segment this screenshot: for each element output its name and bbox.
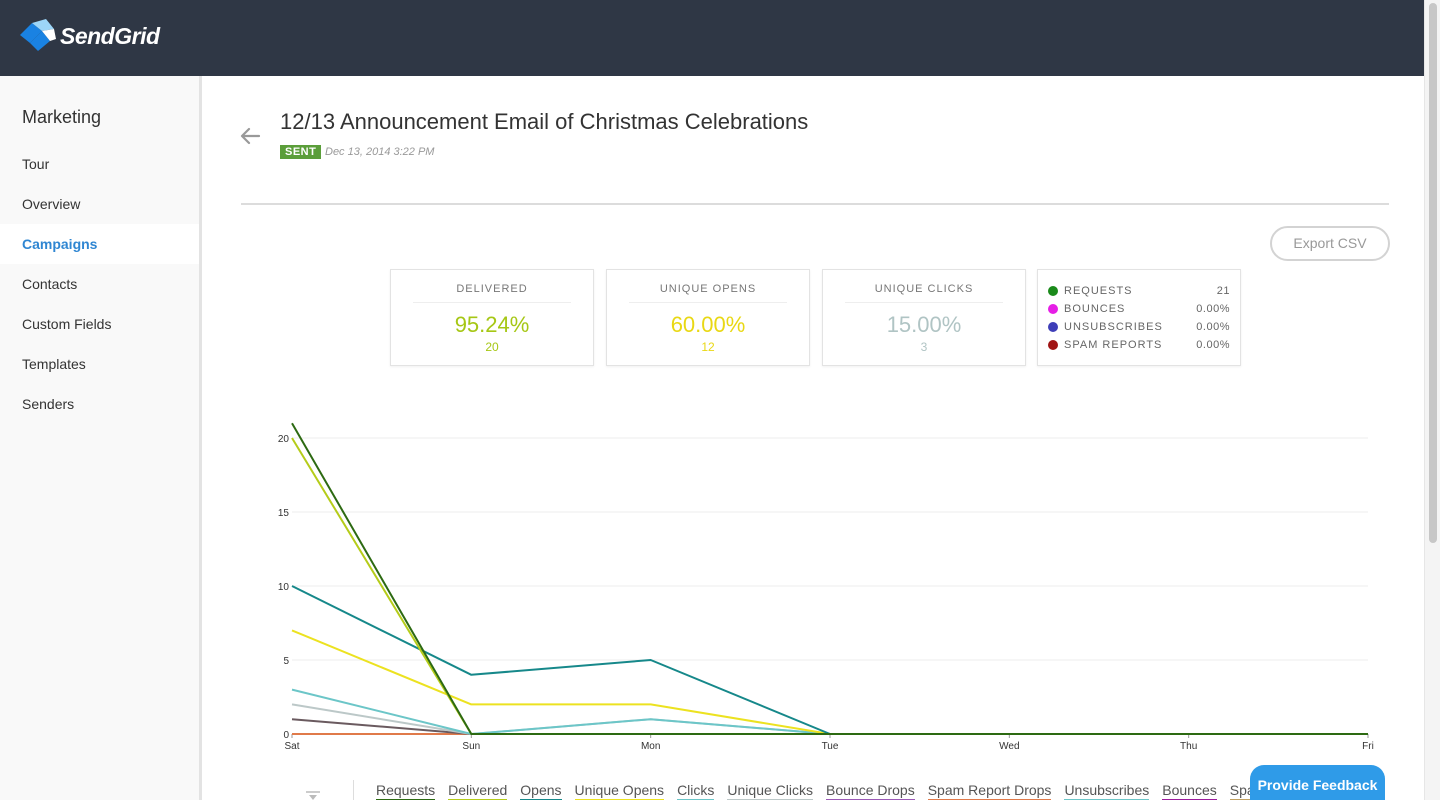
y-tick-label: 15 [278,508,290,519]
y-tick-label: 20 [278,434,290,445]
x-tick-label: Sun [462,741,480,752]
sidebar-title: Marketing [22,107,102,127]
y-tick-label: 0 [283,730,289,741]
sidebar-item-tour[interactable]: Tour [0,144,199,184]
series-toggle-list: Requests Delivered Opens Unique Opens Clicks… [376,782,1332,800]
x-tick-label: Sat [284,741,299,752]
series-toggle-bounce-drops[interactable]: Bounce Drops [826,782,915,800]
activity-line-chart: 0 5 10 15 20 Sat Sun Mon Tue Wed Thu Fri [278,422,1374,752]
page-scrollbar[interactable] [1424,0,1440,800]
filter-separator [353,780,354,800]
sidebar: Marketing Tour Overview Campaigns Contac… [0,76,202,800]
top-bar: SendGrid [0,0,1424,76]
scrollbar-thumb[interactable] [1429,3,1437,543]
sidebar-item-contacts[interactable]: Contacts [0,264,199,304]
series-toggle-unsubscribes[interactable]: Unsubscribes [1064,782,1150,800]
x-tick-label: Mon [641,741,660,752]
sidebar-item-custom-fields[interactable]: Custom Fields [0,304,199,344]
x-tick-label: Fri [1362,741,1374,752]
sidebar-item-campaigns[interactable]: Campaigns [0,224,199,264]
series-toggle-clicks[interactable]: Clicks [677,782,715,800]
series-toggle-bounces[interactable]: Bounces [1162,782,1217,800]
sidebar-item-templates[interactable]: Templates [0,344,199,384]
x-tick-label: Tue [822,741,839,752]
series-toggle-opens[interactable]: Opens [520,782,562,800]
sidebar-item-senders[interactable]: Senders [0,384,199,424]
x-tick-label: Wed [999,741,1019,752]
series-line-requests [291,422,1368,735]
series-line-unique-opens [291,629,1368,735]
sidebar-item-overview[interactable]: Overview [0,184,199,224]
sidebar-nav: Tour Overview Campaigns Contacts Custom … [0,144,199,424]
sendgrid-logo-icon [20,19,56,51]
main-content: 12/13 Announcement Email of Christmas Ce… [205,76,1424,800]
series-toggle-delivered[interactable]: Delivered [448,782,508,800]
filter-icon[interactable] [305,791,321,800]
series-toggle-spam-report-drops[interactable]: Spam Report Drops [927,782,1052,800]
series-toggle-unique-clicks[interactable]: Unique Clicks [727,782,813,800]
series-toggle-unique-opens[interactable]: Unique Opens [574,782,665,800]
y-tick-label: 10 [278,582,290,593]
x-tick-label: Thu [1180,741,1197,752]
y-tick-label: 5 [283,656,289,667]
provide-feedback-button[interactable]: Provide Feedback [1250,765,1385,800]
series-toggle-requests[interactable]: Requests [376,782,436,800]
sendgrid-logo[interactable]: SendGrid [16,16,160,56]
brand-name: SendGrid [60,22,160,49]
